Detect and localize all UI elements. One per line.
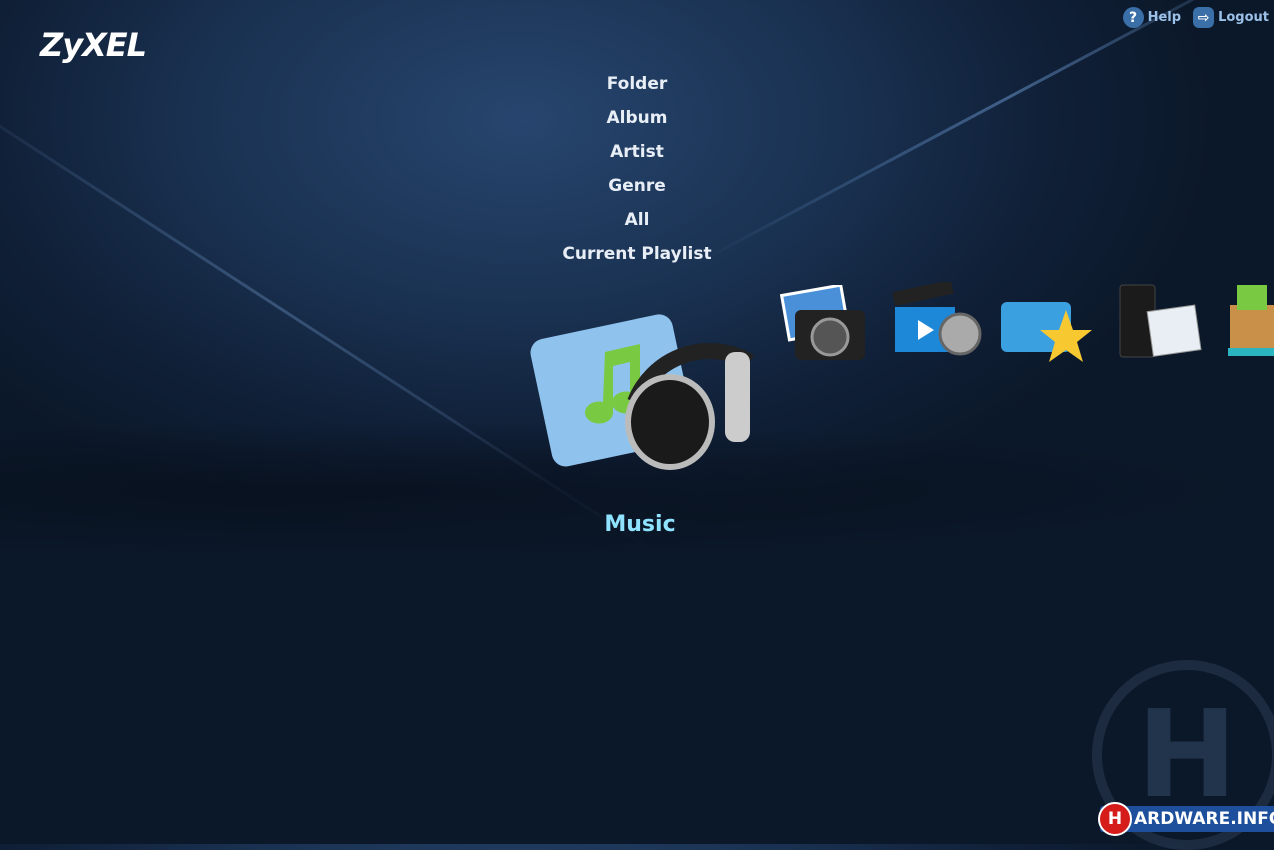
menu-item-genre[interactable]: Genre	[0, 174, 1274, 208]
video-clapper-icon[interactable]	[890, 282, 985, 367]
music-headphones-icon[interactable]	[525, 292, 760, 472]
menu-item-current-playlist[interactable]: Current Playlist	[0, 242, 1274, 276]
question-icon: ?	[1122, 7, 1144, 28]
top-links: ? Help ⇨ Logout	[1122, 7, 1269, 28]
help-link[interactable]: ? Help	[1122, 7, 1181, 28]
menu-item-artist[interactable]: Artist	[0, 140, 1274, 174]
menu-item-album[interactable]: Album	[0, 106, 1274, 140]
photo-camera-icon[interactable]	[780, 285, 870, 370]
nas-web-icon[interactable]	[1115, 280, 1205, 365]
favorites-star-icon[interactable]	[998, 282, 1093, 367]
music-menu: Folder Album Artist Genre All Current Pl…	[0, 72, 1274, 276]
selected-category-label: Music	[604, 512, 676, 537]
logout-link[interactable]: ⇨ Logout	[1193, 7, 1269, 28]
hardware-info-watermark: H ARDWARE.INFO	[1098, 802, 1274, 836]
zyxel-logo: ZyXEL	[40, 26, 147, 64]
download-box-icon[interactable]	[1225, 280, 1274, 365]
menu-item-folder[interactable]: Folder	[0, 72, 1274, 106]
logout-icon: ⇨	[1193, 7, 1215, 28]
menu-item-all[interactable]: All	[0, 208, 1274, 242]
